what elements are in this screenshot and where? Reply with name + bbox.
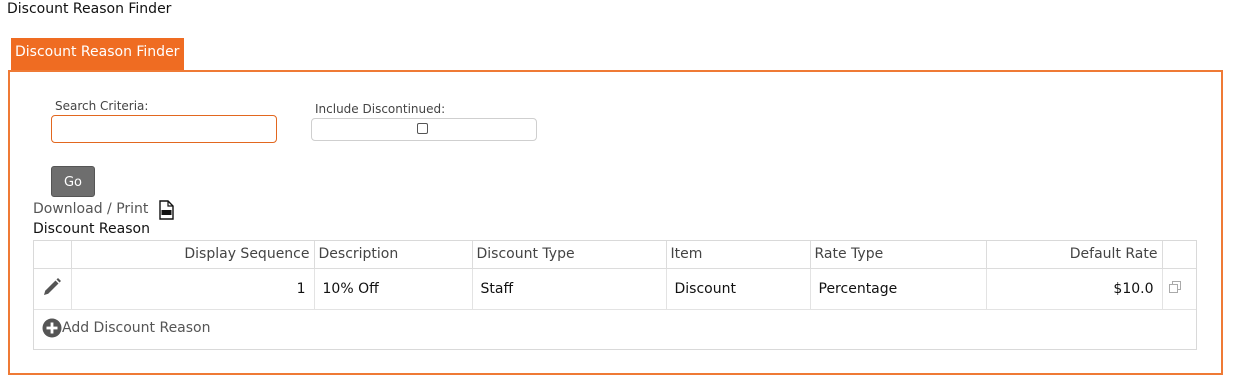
include-discontinued-checkbox[interactable] [417,123,428,134]
search-input[interactable] [51,115,277,143]
page-title: Discount Reason Finder [7,1,172,17]
add-discount-reason-label: Add Discount Reason [62,320,211,336]
plus-circle-icon [42,318,62,338]
tab-discount-reason-finder[interactable]: Discount Reason Finder [11,38,184,71]
cell-item: Discount [666,268,811,310]
pencil-icon[interactable] [41,277,63,302]
cell-display-sequence: 1 [71,268,315,310]
header-description[interactable]: Description [314,241,473,269]
cell-default-rate: $10.0 [986,268,1163,310]
cell-rate-type: Percentage [810,268,987,310]
edit-cell [34,268,72,310]
download-print-link[interactable]: Download / Print [33,201,148,217]
cell-discount-type: Staff [472,268,667,310]
header-rate-type[interactable]: Rate Type [810,241,987,269]
copy-cell [1162,268,1196,310]
header-display-sequence[interactable]: Display Sequence [71,241,315,269]
include-discontinued-label: Include Discontinued: [315,102,446,116]
search-criteria-label: Search Criteria: [55,99,149,113]
header-default-rate[interactable]: Default Rate [986,241,1163,269]
discount-reason-table: Display Sequence Description Discount Ty… [33,240,1197,350]
header-discount-type[interactable]: Discount Type [472,241,667,269]
section-title: Discount Reason [33,221,150,237]
header-copy [1162,241,1196,269]
add-discount-reason-button[interactable]: Add Discount Reason [42,318,211,338]
csv-file-icon[interactable] [158,200,174,224]
copy-icon[interactable] [1168,280,1182,298]
table-row: 1 10% Off Staff Discount Percentage $10.… [34,268,1196,310]
include-discontinued-field [311,118,537,141]
cell-description: 10% Off [314,268,473,310]
header-actions [34,241,72,269]
table-header-row: Display Sequence Description Discount Ty… [34,241,1196,269]
go-button[interactable]: Go [51,166,95,197]
header-item[interactable]: Item [666,241,811,269]
